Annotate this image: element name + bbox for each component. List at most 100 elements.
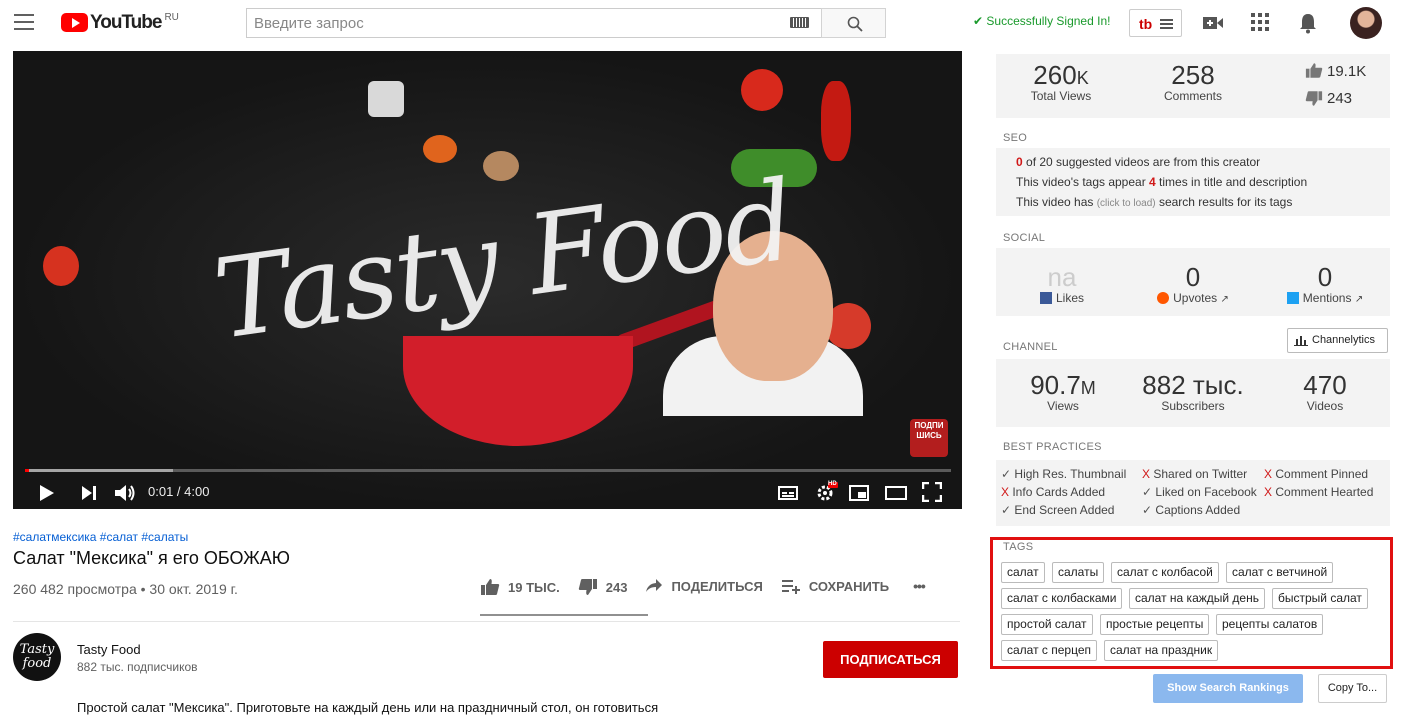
- dislikes-value: 243: [1327, 90, 1353, 107]
- channel-section-label: CHANNEL: [1003, 341, 1058, 353]
- best-practice-item: ✓ Captions Added: [1142, 503, 1240, 517]
- share-label: ПОДЕЛИТЬСЯ: [671, 578, 763, 594]
- channel-watermark[interactable]: ПОДПИ ШИСЬ: [910, 419, 948, 457]
- external-link-icon[interactable]: ↗: [1220, 294, 1228, 305]
- cross-icon: X: [1264, 485, 1273, 499]
- next-icon[interactable]: [81, 485, 97, 501]
- channel-views-suffix: M: [1080, 378, 1096, 398]
- reddit-upvotes-stat: 0 Upvotes ↗: [1148, 262, 1238, 305]
- show-search-rankings-button[interactable]: Show Search Rankings: [1153, 674, 1303, 703]
- tag-chip[interactable]: салат на праздник: [1104, 640, 1219, 661]
- tag-chip[interactable]: салат с колбасками: [1001, 588, 1123, 609]
- progress-loaded: [25, 469, 174, 472]
- dislike-count: 243: [605, 579, 628, 595]
- tag-chip[interactable]: рецепты салатов: [1216, 614, 1324, 635]
- seo-tags-pre: This video's tags appear: [1016, 175, 1150, 189]
- like-button[interactable]: 19 ТЫС.: [480, 578, 560, 596]
- copy-to-button[interactable]: Copy To...: [1318, 674, 1387, 703]
- best-practice-label: Shared on Twitter: [1150, 467, 1248, 481]
- seo-suggested-count: 0: [1016, 155, 1023, 169]
- facebook-likes-stat: na Likes: [1022, 262, 1102, 305]
- search-button[interactable]: [821, 8, 886, 38]
- progress-bar[interactable]: [25, 469, 951, 472]
- tag-chip[interactable]: салат: [1001, 562, 1045, 583]
- best-practice-item: ✓ High Res. Thumbnail: [1001, 467, 1126, 481]
- dislikes-thumb-icon: [1305, 91, 1323, 106]
- tag-chip[interactable]: салат на каждый день: [1129, 588, 1265, 609]
- create-video-icon[interactable]: [1202, 12, 1224, 34]
- seo-tags-post: times in title and description: [1155, 175, 1308, 189]
- video-hashtags[interactable]: #салатмексика #салат #салаты: [13, 530, 188, 544]
- seo-search-post: search results for its tags: [1155, 195, 1293, 209]
- view-count-and-date: 260 482 просмотра • 30 окт. 2019 г.: [13, 581, 238, 597]
- channel-subscribers-value: 882 тыс.: [1142, 370, 1244, 400]
- channel-subscribers-label: Subscribers: [1161, 399, 1225, 413]
- volume-icon[interactable]: [114, 483, 136, 503]
- seo-search-line: This video has (click to load) search re…: [1016, 195, 1292, 209]
- best-practices-section-label: BEST PRACTICES: [1003, 441, 1102, 453]
- channel-views-stat: 90.7M Views: [1016, 370, 1110, 413]
- cross-icon: X: [1142, 467, 1151, 481]
- tag-chip[interactable]: салат с ветчиной: [1226, 562, 1334, 583]
- tag-chip[interactable]: салаты: [1052, 562, 1105, 583]
- account-avatar[interactable]: [1350, 7, 1382, 39]
- more-actions-button[interactable]: •••: [913, 578, 926, 594]
- play-icon[interactable]: [39, 484, 55, 502]
- video-description: Простой салат "Мексика". Приготовьте на …: [77, 700, 659, 715]
- progress-played: [25, 469, 29, 472]
- apps-icon[interactable]: [1250, 12, 1270, 32]
- reddit-icon: [1157, 292, 1170, 304]
- youtube-logo[interactable]: YouTube RU: [61, 11, 179, 35]
- facebook-likes-value: na: [1047, 262, 1077, 292]
- keyboard-icon[interactable]: [790, 17, 809, 28]
- carrot-decoration: [423, 135, 457, 163]
- reddit-upvotes-label[interactable]: Upvotes: [1173, 291, 1217, 305]
- fullscreen-icon[interactable]: [922, 482, 942, 502]
- best-practice-item: X Comment Pinned: [1264, 467, 1368, 481]
- tag-chip[interactable]: салат с перцеп: [1001, 640, 1098, 661]
- best-practice-label: End Screen Added: [1011, 503, 1115, 517]
- time-display: 0:01 / 4:00: [148, 484, 210, 499]
- channel-avatar[interactable]: Tasty food: [13, 633, 61, 681]
- logo-region: RU: [164, 12, 179, 23]
- comments-stat: 258 Comments: [1148, 60, 1238, 103]
- logo-text: YouTube: [90, 12, 162, 33]
- dislike-button[interactable]: 243: [578, 578, 628, 596]
- thumbs-up-icon: [481, 579, 500, 595]
- miniplayer-icon[interactable]: [849, 485, 869, 501]
- divider: [13, 621, 960, 622]
- click-to-load-link[interactable]: (click to load): [1097, 198, 1156, 209]
- tomato-decoration: [741, 69, 783, 111]
- total-views-suffix: K: [1076, 68, 1089, 88]
- total-views-value: 260: [1033, 60, 1077, 90]
- hd-badge: HD: [828, 481, 837, 487]
- video-player[interactable]: Tasty Food ПОДПИ ШИСЬ 0:01 / 4:00 HD: [13, 51, 962, 509]
- tag-chip[interactable]: салат с колбасой: [1111, 562, 1219, 583]
- notifications-bell-icon[interactable]: [1298, 12, 1318, 34]
- search-input[interactable]: Введите запрос: [246, 8, 822, 38]
- theater-mode-icon[interactable]: [885, 486, 907, 500]
- channelytics-label: Channelytics: [1312, 334, 1375, 346]
- subscribe-button[interactable]: ПОДПИСАТЬСЯ: [823, 641, 958, 678]
- tag-chip[interactable]: простой салат: [1001, 614, 1093, 635]
- channel-name[interactable]: Tasty Food: [77, 642, 141, 657]
- subtitles-icon[interactable]: [778, 486, 798, 500]
- channel-videos-value: 470: [1303, 370, 1347, 400]
- channelytics-button[interactable]: Channelytics: [1287, 328, 1388, 353]
- tomato-slice-decoration: [43, 246, 79, 286]
- best-practice-item: X Comment Hearted: [1264, 485, 1373, 499]
- seo-suggested-line: 0 of 20 suggested videos are from this c…: [1016, 155, 1260, 169]
- share-button[interactable]: ПОДЕЛИТЬСЯ: [645, 578, 763, 594]
- menu-icon[interactable]: [14, 14, 34, 30]
- player-controls: 0:01 / 4:00 HD: [13, 476, 962, 509]
- search-icon: [847, 16, 863, 32]
- play-logo-icon: [61, 13, 88, 32]
- tubebuddy-menu-button[interactable]: tb: [1129, 9, 1182, 37]
- twitter-mentions-label[interactable]: Mentions: [1303, 291, 1352, 305]
- save-button[interactable]: СОХРАНИТЬ: [781, 578, 889, 594]
- tag-chip[interactable]: быстрый салат: [1272, 588, 1368, 609]
- best-practice-label: Info Cards Added: [1009, 485, 1106, 499]
- tag-chip[interactable]: простые рецепты: [1100, 614, 1210, 635]
- external-link-icon[interactable]: ↗: [1355, 294, 1363, 305]
- best-practice-label: Captions Added: [1152, 503, 1241, 517]
